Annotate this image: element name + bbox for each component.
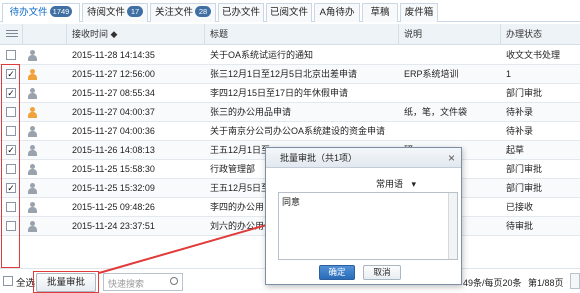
user-icon: [27, 50, 37, 61]
row-note: ERP系统培训: [404, 69, 459, 79]
textarea-scrollbar[interactable]: [448, 193, 457, 259]
annotation-checkbox-highlight: [1, 64, 20, 268]
row-title[interactable]: 张三的办公用品申请: [210, 103, 396, 122]
comment-text: 同意: [282, 197, 301, 207]
row-note: [404, 46, 498, 65]
quick-search-box[interactable]: 快速搜索: [103, 273, 183, 291]
table-row[interactable]: ✓ 2015-11-27 12:56:00 张三12月1日至12月5日北京出差申请 E…: [0, 65, 580, 84]
pagination-info: 49条/每页20条: [463, 278, 522, 288]
count-badge: 1749: [49, 6, 73, 17]
row-status: 已接收: [506, 202, 534, 212]
chevron-down-icon: ▾: [411, 179, 417, 189]
row-received-time: 2015-11-25 09:48:26: [72, 202, 155, 212]
tab-drafts[interactable]: 草稿: [362, 3, 398, 22]
row-status: 1: [506, 69, 512, 79]
close-icon[interactable]: ×: [448, 151, 455, 165]
table-row[interactable]: ✓ 2015-11-27 08:55:34 李四12月15日至17日的年休假申请 部门…: [0, 84, 580, 103]
user-icon: [27, 69, 37, 80]
user-icon: [27, 107, 37, 118]
row-received-time: 2015-11-24 23:37:51: [72, 221, 155, 231]
tab-to-read[interactable]: 待阅文件 17: [82, 3, 148, 22]
row-received-time: 2015-11-27 04:00:37: [72, 107, 155, 117]
table-row[interactable]: 2015-11-27 04:00:37 张三的办公用品申请 纸，笔，文件袋 待补录: [0, 103, 580, 122]
row-status: 起草: [506, 145, 525, 155]
row-title[interactable]: 李四12月15日至17日的年休假申请: [210, 84, 396, 103]
table-header: 接收时间 ◆ 标题 说明 办理状态: [0, 24, 580, 45]
row-note: [404, 84, 498, 103]
row-status: 收文文书处理: [506, 50, 561, 60]
row-status: 部门审批: [506, 88, 543, 98]
tab-a-role-todo[interactable]: A角待办: [314, 3, 360, 22]
column-title: 标题: [204, 24, 398, 45]
tab-trash[interactable]: 废件箱: [400, 3, 438, 22]
row-received-time: 2015-11-28 14:14:35: [72, 50, 155, 60]
tab-done[interactable]: 已办文件: [218, 3, 264, 22]
row-received-time: 2015-11-25 15:32:09: [72, 183, 155, 193]
column-note: 说明: [398, 24, 500, 45]
row-status: 待补录: [506, 107, 534, 117]
column-received-time[interactable]: 接收时间 ◆: [66, 24, 204, 45]
search-icon[interactable]: [170, 277, 178, 285]
row-status: 待补录: [506, 126, 534, 136]
user-icon: [27, 126, 37, 137]
batch-approve-button[interactable]: 批量审批: [36, 273, 96, 292]
tab-followed[interactable]: 关注文件 28: [150, 3, 216, 22]
row-received-time: 2015-11-27 12:56:00: [72, 69, 155, 79]
row-received-time: 2015-11-27 08:55:34: [72, 88, 155, 98]
user-icon: [27, 202, 37, 213]
dialog-title: 批量审批（共1项）: [266, 148, 461, 168]
user-icon: [27, 88, 37, 99]
row-received-time: 2015-11-26 14:08:13: [72, 145, 155, 155]
next-page-button[interactable]: [570, 273, 580, 289]
page-indicator: 第1/88页: [528, 278, 564, 288]
column-status: 办理状态: [500, 24, 580, 45]
user-icon: [27, 183, 37, 194]
row-received-time: 2015-11-27 04:00:36: [72, 126, 155, 136]
row-status: 部门审批: [506, 164, 543, 174]
row-received-time: 2015-11-25 15:58:30: [72, 164, 155, 174]
user-icon: [27, 145, 37, 156]
user-icon: [27, 164, 37, 175]
row-title[interactable]: 张三12月1日至12月5日北京出差申请: [210, 65, 396, 84]
batch-approve-dialog: 批量审批（共1项） × 常用语 ▾ 同意 确定 取消: [265, 147, 462, 285]
tab-bar: 待办文件 1749 待阅文件 17 关注文件 28 已办文件 已阅文件 A角待办 草稿…: [0, 0, 580, 23]
search-input[interactable]: 快速搜索: [108, 277, 144, 290]
row-status: 部门审批: [506, 183, 543, 193]
row-checkbox[interactable]: [6, 50, 16, 60]
row-note: 纸，笔，文件袋: [404, 107, 468, 117]
table-row[interactable]: 2015-11-28 14:14:35 关于OA系统试运行的通知 收文文书处理: [0, 46, 580, 65]
count-badge: 28: [195, 6, 211, 17]
cancel-button[interactable]: 取消: [363, 265, 401, 280]
user-icon: [27, 221, 37, 232]
column-menu-icon[interactable]: [6, 30, 18, 39]
row-title[interactable]: 关于OA系统试运行的通知: [210, 46, 396, 65]
common-phrase-select[interactable]: 常用语 ▾: [376, 177, 448, 192]
row-status: 待审批: [506, 221, 534, 231]
comment-textarea[interactable]: 同意: [278, 192, 458, 260]
tab-read[interactable]: 已阅文件: [266, 3, 312, 22]
count-badge: 17: [127, 6, 143, 17]
confirm-button[interactable]: 确定: [319, 265, 355, 280]
row-title[interactable]: 关于南京分公司办公OA系统建设的资金申请: [210, 122, 396, 141]
tab-todo[interactable]: 待办文件 1749: [2, 3, 80, 23]
select-all-checkbox[interactable]: [3, 276, 13, 286]
row-note: [404, 122, 498, 141]
table-row[interactable]: 2015-11-27 04:00:36 关于南京分公司办公OA系统建设的资金申请 待…: [0, 122, 580, 141]
